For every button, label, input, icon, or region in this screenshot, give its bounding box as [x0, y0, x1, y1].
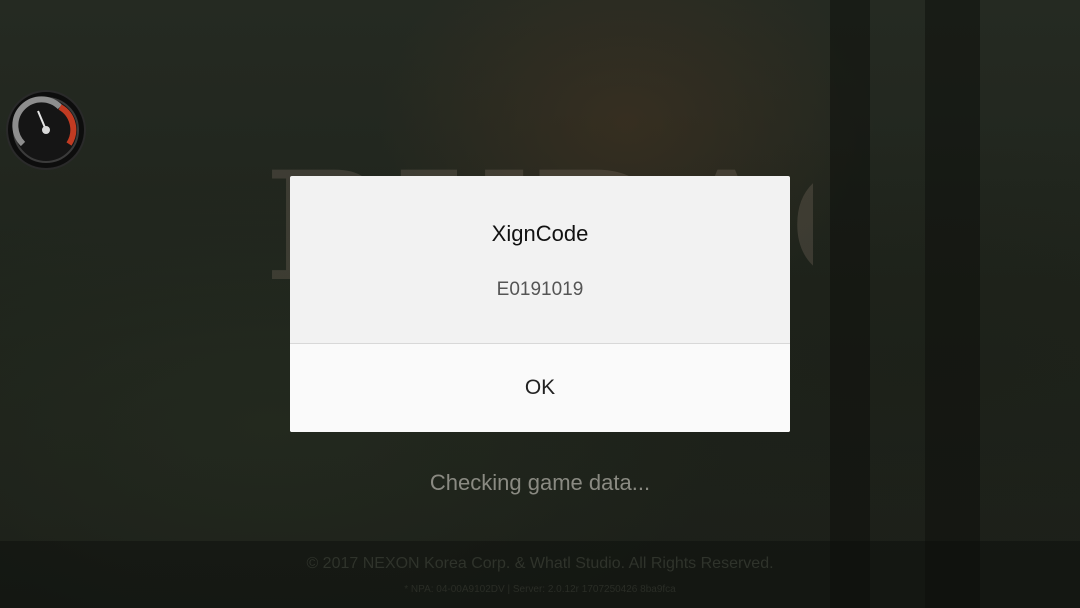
ok-button[interactable]: OK: [290, 344, 790, 432]
tree-trunk: [830, 0, 870, 608]
version-text: * NPA: 04-00A9102DV | Server: 2.0.12r 17…: [404, 584, 676, 595]
loading-status-text: Checking game data...: [429, 470, 651, 495]
dialog-message: E0191019: [496, 279, 584, 300]
error-dialog: XignCode E0191019 OK: [290, 176, 790, 432]
copyright-text: © 2017 NEXON Korea Corp. & Whatl Studio.…: [306, 555, 774, 572]
dialog-title: XignCode: [491, 221, 589, 246]
footer-bar: [0, 541, 1080, 608]
tree-trunk: [925, 0, 980, 608]
speedometer-gauge-icon[interactable]: [8, 92, 84, 168]
